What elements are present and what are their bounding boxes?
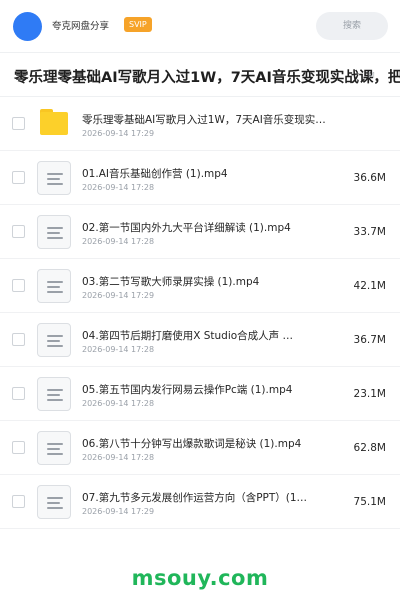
file-name: 03.第二节写歌大师录屏实操 (1).mp4 xyxy=(82,276,260,288)
row-checkbox[interactable] xyxy=(12,441,25,454)
file-size: 42.1M xyxy=(353,280,386,292)
search-input[interactable]: 搜索 xyxy=(316,12,388,40)
title-bar: 零乐理零基础AI写歌月入过1W，7天AI音乐变现实战课，把 M xyxy=(0,53,400,97)
file-size: 23.1M xyxy=(353,388,386,400)
file-date: 2026-09-14 17:28 xyxy=(82,345,155,354)
file-row[interactable]: 03.第二节写歌大师录屏实操 (1).mp4 2026-09-14 17:29 42… xyxy=(0,259,400,313)
file-icon xyxy=(37,431,71,465)
folder-row[interactable]: 零乐理零基础AI写歌月入过1W，7天AI音乐变现实… 2026-09-14 17:… xyxy=(0,97,400,151)
file-name: 02.第一节国内外九大平台详细解读 (1).mp4 xyxy=(82,222,291,234)
file-size: 36.6M xyxy=(353,172,386,184)
file-icon xyxy=(37,377,71,411)
file-name: 05.第五节国内发行网易云操作Pc端 (1).mp4 xyxy=(82,384,293,396)
file-name: 01.AI音乐基础创作营 (1).mp4 xyxy=(82,168,228,180)
row-checkbox[interactable] xyxy=(12,225,25,238)
file-name: 零乐理零基础AI写歌月入过1W，7天AI音乐变现实… xyxy=(82,114,326,126)
row-checkbox[interactable] xyxy=(12,117,25,130)
file-icon xyxy=(37,485,71,519)
file-name: 07.第九节多元发展创作运营方向（含PPT）(1… xyxy=(82,492,308,504)
file-icon xyxy=(37,269,71,303)
file-name: 04.第四节后期打磨使用X Studio合成人声 … xyxy=(82,330,294,342)
file-date: 2026-09-14 17:29 xyxy=(82,507,155,516)
user-name: 夸克网盘分享 xyxy=(52,21,110,32)
file-date: 2026-09-14 17:29 xyxy=(82,129,155,138)
file-icon xyxy=(37,161,71,195)
header: 夸克网盘分享 SVIP 搜索 xyxy=(0,0,400,52)
row-checkbox[interactable] xyxy=(12,495,25,508)
file-size: 62.8M xyxy=(353,442,386,454)
file-row[interactable]: 02.第一节国内外九大平台详细解读 (1).mp4 2026-09-14 17:2… xyxy=(0,205,400,259)
file-icon xyxy=(37,323,71,357)
file-row[interactable]: 06.第八节十分钟写出爆款歌词是秘诀 (1).mp4 2026-09-14 17:… xyxy=(0,421,400,475)
file-date: 2026-09-14 17:28 xyxy=(82,183,155,192)
row-checkbox[interactable] xyxy=(12,387,25,400)
title-count: M xyxy=(368,71,375,80)
page-title: 零乐理零基础AI写歌月入过1W，7天AI音乐变现实战课，把 xyxy=(14,70,400,86)
row-checkbox[interactable] xyxy=(12,171,25,184)
file-date: 2026-09-14 17:28 xyxy=(82,399,155,408)
file-size: 36.7M xyxy=(353,334,386,346)
watermark: msouy.com xyxy=(131,566,269,590)
file-date: 2026-09-14 17:29 xyxy=(82,291,155,300)
row-checkbox[interactable] xyxy=(12,333,25,346)
file-row[interactable]: 07.第九节多元发展创作运营方向（含PPT）(1… 2026-09-14 17:2… xyxy=(0,475,400,529)
file-row[interactable]: 01.AI音乐基础创作营 (1).mp4 2026-09-14 17:28 36.6… xyxy=(0,151,400,205)
row-checkbox[interactable] xyxy=(12,279,25,292)
file-size: 33.7M xyxy=(353,226,386,238)
file-icon xyxy=(37,215,71,249)
file-date: 2026-09-14 17:28 xyxy=(82,453,155,462)
svip-badge: SVIP xyxy=(124,17,152,32)
file-list: 零乐理零基础AI写歌月入过1W，7天AI音乐变现实… 2026-09-14 17:… xyxy=(0,97,400,529)
file-size: 75.1M xyxy=(353,496,386,508)
file-row[interactable]: 05.第五节国内发行网易云操作Pc端 (1).mp4 2026-09-14 17:… xyxy=(0,367,400,421)
file-date: 2026-09-14 17:28 xyxy=(82,237,155,246)
avatar[interactable] xyxy=(13,12,42,41)
folder-icon xyxy=(37,107,71,141)
file-name: 06.第八节十分钟写出爆款歌词是秘诀 (1).mp4 xyxy=(82,438,302,450)
file-row[interactable]: 04.第四节后期打磨使用X Studio合成人声 … 2026-09-14 17:… xyxy=(0,313,400,367)
